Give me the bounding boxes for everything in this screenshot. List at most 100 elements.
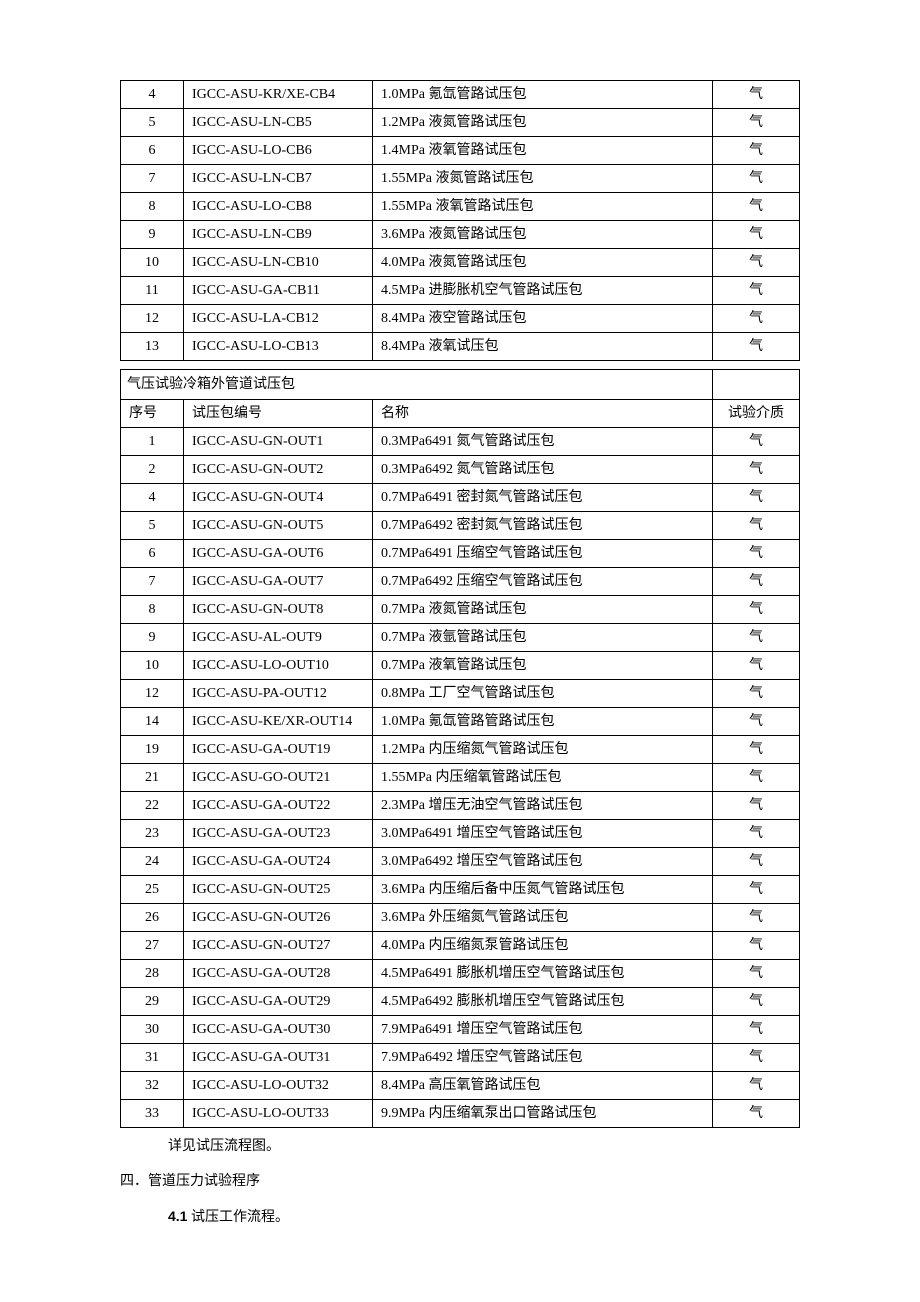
cell-medium: 气 bbox=[713, 249, 800, 277]
cell-seq: 13 bbox=[121, 333, 184, 361]
cell-code: IGCC-ASU-GN-OUT27 bbox=[184, 932, 373, 960]
cell-seq: 9 bbox=[121, 624, 184, 652]
cell-name: 8.4MPa 液空管路试压包 bbox=[373, 305, 713, 333]
cell-medium: 气 bbox=[713, 277, 800, 305]
cell-seq: 26 bbox=[121, 904, 184, 932]
cell-medium: 气 bbox=[713, 428, 800, 456]
cell-medium: 气 bbox=[713, 193, 800, 221]
table-row: 14IGCC-ASU-KE/XR-OUT141.0MPa 氪氙管路管路试压包气 bbox=[121, 708, 800, 736]
table-row: 1IGCC-ASU-GN-OUT10.3MPa6491 氮气管路试压包气 bbox=[121, 428, 800, 456]
cell-code: IGCC-ASU-GN-OUT5 bbox=[184, 512, 373, 540]
table-row: 23IGCC-ASU-GA-OUT233.0MPa6491 增压空气管路试压包气 bbox=[121, 820, 800, 848]
cell-medium: 气 bbox=[713, 1072, 800, 1100]
test-package-table-2: 气压试验冷箱外管道试压包序号试压包编号名称试验介质1IGCC-ASU-GN-OU… bbox=[120, 369, 800, 1128]
cell-name: 1.0MPa 氪氙管路试压包 bbox=[373, 81, 713, 109]
cell-code: IGCC-ASU-GA-OUT30 bbox=[184, 1016, 373, 1044]
cell-name: 1.0MPa 氪氙管路管路试压包 bbox=[373, 708, 713, 736]
section-header-cell: 气压试验冷箱外管道试压包 bbox=[121, 370, 713, 400]
table-row: 5IGCC-ASU-LN-CB51.2MPa 液氮管路试压包气 bbox=[121, 109, 800, 137]
cell-seq: 7 bbox=[121, 165, 184, 193]
cell-seq: 7 bbox=[121, 568, 184, 596]
cell-medium: 气 bbox=[713, 456, 800, 484]
cell-code: IGCC-ASU-GN-OUT25 bbox=[184, 876, 373, 904]
table-row: 21IGCC-ASU-GO-OUT211.55MPa 内压缩氧管路试压包气 bbox=[121, 764, 800, 792]
cell-medium: 气 bbox=[713, 932, 800, 960]
cell-seq: 25 bbox=[121, 876, 184, 904]
cell-name: 2.3MPa 增压无油空气管路试压包 bbox=[373, 792, 713, 820]
cell-seq: 8 bbox=[121, 596, 184, 624]
section-4-1-text: 试压工作流程。 bbox=[187, 1210, 289, 1225]
cell-seq: 9 bbox=[121, 221, 184, 249]
cell-name: 1.55MPa 内压缩氧管路试压包 bbox=[373, 764, 713, 792]
table-row: 8IGCC-ASU-LO-CB81.55MPa 液氧管路试压包气 bbox=[121, 193, 800, 221]
cell-seq: 10 bbox=[121, 249, 184, 277]
cell-medium: 气 bbox=[713, 596, 800, 624]
cell-seq: 5 bbox=[121, 109, 184, 137]
cell-seq: 23 bbox=[121, 820, 184, 848]
cell-code: IGCC-ASU-GN-OUT2 bbox=[184, 456, 373, 484]
table-row: 10IGCC-ASU-LO-OUT100.7MPa 液氧管路试压包气 bbox=[121, 652, 800, 680]
section-header-row: 气压试验冷箱外管道试压包 bbox=[121, 370, 800, 400]
cell-code: IGCC-ASU-GN-OUT26 bbox=[184, 904, 373, 932]
cell-medium: 气 bbox=[713, 333, 800, 361]
cell-name: 0.3MPa6491 氮气管路试压包 bbox=[373, 428, 713, 456]
cell-medium: 气 bbox=[713, 137, 800, 165]
cell-medium: 气 bbox=[713, 1100, 800, 1128]
table-row: 6IGCC-ASU-LO-CB61.4MPa 液氧管路试压包气 bbox=[121, 137, 800, 165]
table-row: 13IGCC-ASU-LO-CB138.4MPa 液氧试压包气 bbox=[121, 333, 800, 361]
cell-medium: 气 bbox=[713, 165, 800, 193]
cell-code: IGCC-ASU-LO-CB8 bbox=[184, 193, 373, 221]
section-4-1: 4.1 试压工作流程。 bbox=[168, 1206, 800, 1228]
cell-medium: 气 bbox=[713, 305, 800, 333]
cell-seq: 1 bbox=[121, 428, 184, 456]
cell-name: 3.0MPa6491 增压空气管路试压包 bbox=[373, 820, 713, 848]
cell-seq: 22 bbox=[121, 792, 184, 820]
cell-name: 0.7MPa6491 密封氮气管路试压包 bbox=[373, 484, 713, 512]
header-cell: 试压包编号 bbox=[184, 400, 373, 428]
see-flowchart-note: 详见试压流程图。 bbox=[168, 1136, 800, 1157]
cell-code: IGCC-ASU-GA-CB11 bbox=[184, 277, 373, 305]
table-row: 12IGCC-ASU-LA-CB128.4MPa 液空管路试压包气 bbox=[121, 305, 800, 333]
cell-seq: 5 bbox=[121, 512, 184, 540]
cell-seq: 2 bbox=[121, 456, 184, 484]
table-row: 26IGCC-ASU-GN-OUT263.6MPa 外压缩氮气管路试压包气 bbox=[121, 904, 800, 932]
table-row: 12IGCC-ASU-PA-OUT120.8MPa 工厂空气管路试压包气 bbox=[121, 680, 800, 708]
cell-name: 0.7MPa6492 密封氮气管路试压包 bbox=[373, 512, 713, 540]
cell-seq: 30 bbox=[121, 1016, 184, 1044]
cell-name: 3.6MPa 内压缩后备中压氮气管路试压包 bbox=[373, 876, 713, 904]
cell-seq: 32 bbox=[121, 1072, 184, 1100]
cell-seq: 33 bbox=[121, 1100, 184, 1128]
cell-seq: 21 bbox=[121, 764, 184, 792]
table-row: 30IGCC-ASU-GA-OUT307.9MPa6491 增压空气管路试压包气 bbox=[121, 1016, 800, 1044]
cell-name: 0.7MPa6491 压缩空气管路试压包 bbox=[373, 540, 713, 568]
cell-code: IGCC-ASU-GA-OUT22 bbox=[184, 792, 373, 820]
cell-name: 3.0MPa6492 增压空气管路试压包 bbox=[373, 848, 713, 876]
cell-name: 1.4MPa 液氧管路试压包 bbox=[373, 137, 713, 165]
cell-name: 9.9MPa 内压缩氧泵出口管路试压包 bbox=[373, 1100, 713, 1128]
cell-code: IGCC-ASU-GN-OUT8 bbox=[184, 596, 373, 624]
cell-medium: 气 bbox=[713, 876, 800, 904]
header-row: 序号试压包编号名称试验介质 bbox=[121, 400, 800, 428]
table-row: 27IGCC-ASU-GN-OUT274.0MPa 内压缩氮泵管路试压包气 bbox=[121, 932, 800, 960]
cell-medium: 气 bbox=[713, 680, 800, 708]
cell-code: IGCC-ASU-GN-OUT4 bbox=[184, 484, 373, 512]
section-header-empty bbox=[713, 370, 800, 400]
table-row: 22IGCC-ASU-GA-OUT222.3MPa 增压无油空气管路试压包气 bbox=[121, 792, 800, 820]
cell-medium: 气 bbox=[713, 624, 800, 652]
cell-medium: 气 bbox=[713, 1044, 800, 1072]
cell-code: IGCC-ASU-GA-OUT7 bbox=[184, 568, 373, 596]
cell-name: 4.0MPa 内压缩氮泵管路试压包 bbox=[373, 932, 713, 960]
table-row: 2IGCC-ASU-GN-OUT20.3MPa6492 氮气管路试压包气 bbox=[121, 456, 800, 484]
cell-code: IGCC-ASU-GA-OUT29 bbox=[184, 988, 373, 1016]
cell-medium: 气 bbox=[713, 540, 800, 568]
cell-seq: 6 bbox=[121, 540, 184, 568]
cell-code: IGCC-ASU-GA-OUT28 bbox=[184, 960, 373, 988]
cell-code: IGCC-ASU-GA-OUT31 bbox=[184, 1044, 373, 1072]
cell-code: IGCC-ASU-LO-OUT33 bbox=[184, 1100, 373, 1128]
cell-code: IGCC-ASU-LN-CB9 bbox=[184, 221, 373, 249]
table-row: 29IGCC-ASU-GA-OUT294.5MPa6492 膨胀机增压空气管路试… bbox=[121, 988, 800, 1016]
cell-code: IGCC-ASU-KR/XE-CB4 bbox=[184, 81, 373, 109]
cell-name: 8.4MPa 高压氧管路试压包 bbox=[373, 1072, 713, 1100]
cell-seq: 6 bbox=[121, 137, 184, 165]
table-row: 4IGCC-ASU-KR/XE-CB41.0MPa 氪氙管路试压包气 bbox=[121, 81, 800, 109]
